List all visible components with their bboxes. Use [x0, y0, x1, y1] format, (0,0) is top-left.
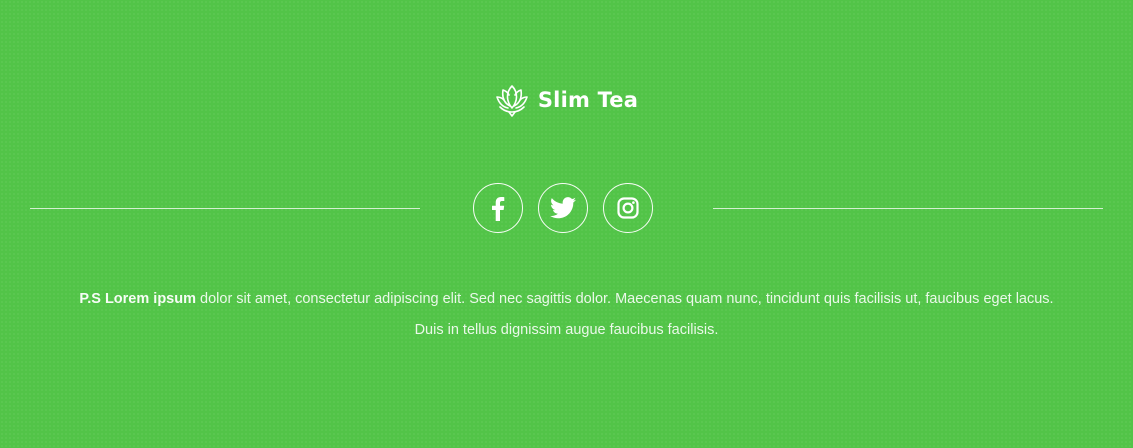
instagram-icon: [617, 197, 639, 219]
facebook-button[interactable]: [473, 183, 523, 233]
brand-name: Slim Tea: [537, 88, 639, 112]
brand[interactable]: Slim Tea: [0, 82, 1133, 118]
social-links: [473, 183, 653, 233]
lotus-icon: [496, 85, 528, 117]
facebook-icon: [492, 196, 505, 221]
disclaimer-body: dolor sit amet, consectetur adipiscing e…: [196, 291, 1054, 307]
twitter-button[interactable]: [538, 183, 588, 233]
disclaimer-lead: P.S Lorem ipsum: [79, 291, 196, 307]
instagram-button[interactable]: [603, 183, 653, 233]
disclaimer-line-1: P.S Lorem ipsum dolor sit amet, consecte…: [20, 284, 1113, 315]
disclaimer-text: P.S Lorem ipsum dolor sit amet, consecte…: [20, 284, 1113, 346]
divider-right: [713, 208, 1103, 209]
twitter-icon: [550, 197, 576, 219]
disclaimer-line-2: Duis in tellus dignissim augue faucibus …: [414, 322, 719, 338]
divider-left: [30, 208, 420, 209]
